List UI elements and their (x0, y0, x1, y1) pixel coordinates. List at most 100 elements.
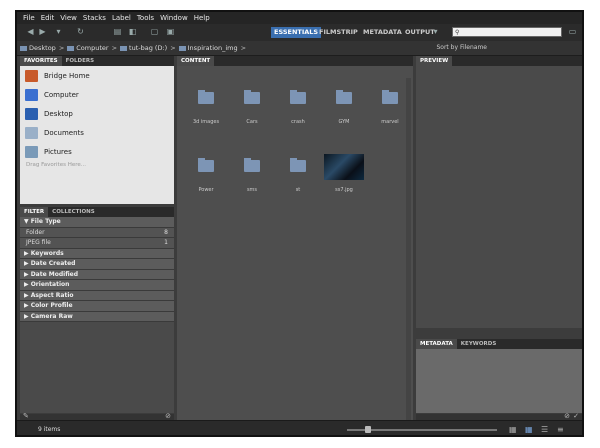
menu-edit[interactable]: Edit (41, 14, 55, 22)
filter-label: Aspect Ratio (30, 291, 74, 299)
compact-mode-icon[interactable]: ▭ (567, 27, 578, 37)
workspace-metadata[interactable]: METADATA (360, 27, 405, 38)
menu-file[interactable]: File (23, 14, 35, 22)
cancel-icon[interactable]: ⊘ (564, 412, 570, 420)
filter-label: Camera Raw (30, 312, 73, 320)
breadcrumb-item[interactable]: Computer > (67, 44, 117, 52)
content-item[interactable]: st (275, 152, 321, 196)
preview-tabs: PREVIEW (416, 56, 582, 66)
breadcrumb-item[interactable]: Desktop > (20, 44, 64, 52)
apply-icon[interactable]: ✓ (573, 412, 579, 420)
menu-window[interactable]: Window (160, 14, 188, 22)
favorite-icon (25, 88, 38, 101)
menu-stacks[interactable]: Stacks (83, 14, 106, 22)
item-label: Cars (246, 119, 258, 125)
sort-dropdown[interactable]: Sort by Filename (436, 44, 487, 51)
filter-category[interactable]: ▶ Camera Raw (20, 311, 174, 322)
folder-icon (20, 45, 27, 51)
rotate-icon[interactable]: ↻ (75, 27, 86, 37)
toolbar: ◀ ▶ ▾ ↻ ▤ ◧ ▢ ▣ ESSENTIALS FILMSTRIP MET… (17, 24, 582, 42)
breadcrumb-label: Desktop (29, 44, 56, 52)
menu-bar: File Edit View Stacks Label Tools Window Help (17, 12, 582, 24)
favorite-item[interactable]: Bridge Home (20, 66, 174, 85)
filter-category[interactable]: ▶ Date Created (20, 259, 174, 270)
filter-category[interactable]: ▶ Orientation (20, 280, 174, 291)
folder-icon (290, 158, 306, 172)
back-arrow-icon[interactable]: ◀ (25, 27, 36, 37)
tab-filter[interactable]: FILTER (20, 207, 49, 217)
favorite-icon (25, 107, 38, 120)
output-icon[interactable]: ▢ (149, 27, 160, 37)
filter-category[interactable]: ▶ Color Profile (20, 301, 174, 312)
content-scrollbar[interactable] (406, 78, 411, 428)
breadcrumb-item[interactable]: Inspiration_img > (178, 44, 246, 52)
bridge-window: File Edit View Stacks Label Tools Window Help ◀… (15, 10, 584, 437)
content-item[interactable]: GYM (321, 84, 367, 128)
folder-icon (244, 90, 260, 104)
menu-label[interactable]: Label (112, 14, 131, 22)
favorite-label: Desktop (44, 109, 73, 118)
breadcrumb: Desktop > Computer > tut-bag (D:) > Inspiratio… (17, 41, 582, 56)
slider-knob[interactable] (365, 426, 371, 433)
clear-filter-icon[interactable]: ⊘ (165, 412, 171, 420)
filter-label: Date Created (30, 260, 76, 267)
favorite-label: Documents (44, 128, 84, 137)
search-input[interactable]: ⚲ (452, 27, 562, 37)
list-view-icon[interactable]: ≡ (557, 425, 564, 434)
grid-view-icon[interactable]: ▦ (509, 425, 517, 434)
tab-content[interactable]: CONTENT (177, 56, 215, 66)
workspace-filmstrip[interactable]: FILMSTRIP (316, 27, 361, 38)
filter-label: Color Profile (30, 302, 73, 309)
tab-folders[interactable]: FOLDERS (62, 56, 98, 66)
content-item[interactable]: Cars (229, 84, 275, 128)
breadcrumb-separator: > (58, 44, 65, 52)
content-item[interactable]: crash (275, 84, 321, 128)
folder-icon (198, 158, 214, 172)
tab-favorites[interactable]: FAVORITES (20, 56, 62, 66)
filter-category[interactable]: ▼ File Type (20, 217, 174, 228)
favorite-label: Pictures (44, 147, 72, 156)
menu-view[interactable]: View (60, 14, 77, 22)
content-item[interactable]: ss7.jpg (321, 152, 367, 196)
preview-panel (416, 66, 582, 328)
content-item[interactable]: marvel (367, 84, 413, 128)
favorite-item[interactable]: Documents (20, 123, 174, 142)
favorite-item[interactable]: Desktop (20, 104, 174, 123)
content-item[interactable]: sms (229, 152, 275, 196)
workspace-dropdown-icon[interactable]: ▾ (430, 27, 441, 37)
camera-icon[interactable]: ▤ (112, 27, 123, 37)
favorites-panel: Bridge Home Computer Desktop Documents Pictu… (20, 66, 174, 204)
tab-collections[interactable]: COLLECTIONS (48, 207, 99, 217)
breadcrumb-separator: > (170, 44, 176, 52)
refine-icon[interactable]: ◧ (127, 27, 138, 37)
item-label: ss7.jpg (335, 187, 353, 193)
forward-arrow-icon[interactable]: ▶ (37, 27, 48, 37)
filter-option[interactable]: JPEG file 1 (20, 238, 174, 249)
thumbnail-view-icon[interactable]: ▦ (525, 425, 533, 434)
tab-keywords[interactable]: KEYWORDS (457, 339, 501, 349)
item-label: sms (246, 187, 258, 193)
content-item[interactable]: 3d images (183, 84, 229, 128)
filter-option[interactable]: Folder 8 (20, 227, 174, 238)
pin-icon[interactable]: ✎ (23, 412, 29, 420)
filter-category[interactable]: ▶ Date Modified (20, 269, 174, 280)
content-item[interactable]: Power (183, 152, 229, 196)
filter-label: Keywords (30, 249, 64, 257)
open-in-icon[interactable]: ▣ (165, 27, 176, 37)
item-label: GYM (338, 119, 350, 125)
favorite-item[interactable]: Computer (20, 85, 174, 104)
filter-category[interactable]: ▶ Aspect Ratio (20, 290, 174, 301)
metadata-panel (416, 349, 582, 413)
menu-tools[interactable]: Tools (137, 14, 154, 22)
item-label: 3d images (192, 119, 220, 125)
filter-category[interactable]: ▶ Keywords (20, 248, 174, 259)
favorite-item[interactable]: Pictures (20, 142, 174, 161)
tab-metadata[interactable]: METADATA (416, 339, 457, 349)
favorite-label: Bridge Home (44, 71, 90, 80)
tab-preview[interactable]: PREVIEW (416, 56, 453, 66)
menu-help[interactable]: Help (194, 14, 210, 22)
details-view-icon[interactable]: ☰ (541, 425, 548, 434)
breadcrumb-item[interactable]: tut-bag (D:) > (120, 44, 176, 52)
workspace-essentials[interactable]: ESSENTIALS (271, 27, 322, 38)
chevron-down-icon[interactable]: ▾ (53, 27, 64, 37)
